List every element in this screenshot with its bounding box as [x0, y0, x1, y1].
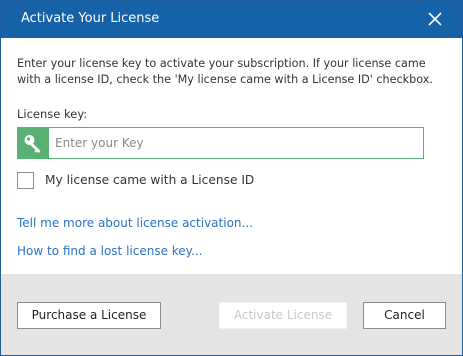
dialog-title: Activate Your License	[21, 11, 160, 26]
license-key-input[interactable]	[52, 129, 420, 156]
close-button[interactable]	[426, 10, 444, 28]
dialog-footer: Purchase a License Activate License Canc…	[1, 274, 462, 355]
key-icon-box	[18, 128, 49, 158]
license-activation-info-link[interactable]: Tell me more about license activation...	[17, 216, 253, 230]
cancel-button[interactable]: Cancel	[363, 302, 446, 329]
activate-license-button[interactable]: Activate License	[219, 302, 347, 329]
close-icon	[428, 12, 442, 26]
license-key-label: License key:	[17, 107, 88, 121]
license-key-field	[17, 127, 424, 159]
title-bar: Activate Your License	[1, 1, 462, 38]
intro-text: Enter your license key to activate your …	[17, 57, 433, 86]
purchase-license-button[interactable]: Purchase a License	[17, 302, 161, 329]
key-icon	[24, 135, 41, 153]
license-id-checkbox[interactable]	[17, 172, 34, 189]
lost-license-key-link[interactable]: How to find a lost license key...	[17, 244, 203, 258]
activate-license-dialog: Activate Your License Enter your license…	[0, 0, 463, 356]
license-id-checkbox-label[interactable]: My license came with a License ID	[45, 173, 254, 187]
